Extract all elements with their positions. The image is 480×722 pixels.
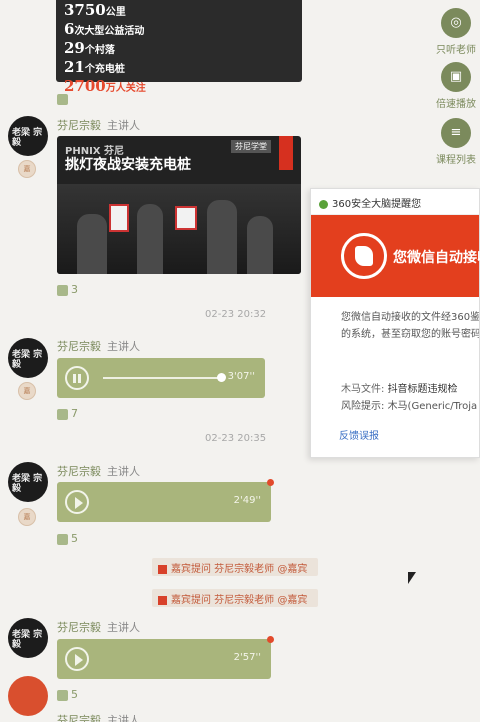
stat-line: 29个村落 — [64, 39, 115, 57]
like-button[interactable]: 7 — [57, 407, 78, 420]
question-line[interactable]: 嘉宾提问 芬尼宗毅老师 @嘉宾 — [152, 589, 318, 607]
thumbs-up-icon — [57, 408, 68, 420]
alert-banner: 您微信自动接收 — [311, 215, 480, 297]
question-icon — [158, 564, 167, 574]
timestamp: 02-23 20:32 — [205, 309, 267, 320]
popup-body: 您微信自动接收的文件经360鉴 的系统，甚至窃取您的账号密码 木马文件: 抖音标… — [341, 312, 479, 412]
audio-message[interactable]: 2'57'' — [57, 636, 274, 679]
like-button[interactable]: 3 — [57, 283, 78, 296]
report-false-positive-link[interactable]: 反馈误报 — [339, 427, 379, 442]
question-icon — [158, 595, 167, 605]
audio-message[interactable]: 3'07'' — [57, 358, 265, 398]
audio-duration: 2'57'' — [233, 652, 261, 663]
video-thumbnail — [57, 184, 301, 274]
avatar[interactable]: 老梁 宗毅 — [8, 618, 48, 658]
sender-name: 芬尼宗毅 主讲人 — [57, 119, 140, 132]
thumbs-up-icon — [57, 93, 68, 105]
stat-line: 21个充电桩 — [64, 58, 125, 76]
timestamp: 02-23 20:35 — [205, 433, 267, 444]
like-button[interactable]: 5 — [57, 688, 78, 701]
lecturer-badge: 嘉 — [18, 382, 36, 400]
shield-icon — [341, 233, 387, 279]
360-logo-icon — [319, 199, 328, 209]
thumbs-up-icon — [57, 689, 68, 701]
like-button[interactable] — [57, 92, 71, 105]
avatar[interactable]: 老梁 宗毅 — [8, 462, 48, 502]
stat-line: 6次大型公益活动 — [64, 20, 145, 38]
stat-line: 2700万人关注 — [64, 77, 146, 95]
sender-name: 芬尼宗毅 主讲人 — [57, 465, 140, 478]
video-message[interactable]: PHNIX 芬尼 挑灯夜战安装充电桩 芬尼学堂 — [57, 136, 301, 274]
pause-button[interactable] — [65, 366, 89, 390]
like-button[interactable]: 5 — [57, 532, 78, 545]
thumbs-up-icon — [57, 533, 68, 545]
play-button[interactable] — [65, 647, 89, 671]
video-logo: 芬尼学堂 — [231, 140, 271, 153]
playback-speed-button[interactable]: ▣ 倍速播放 — [432, 62, 480, 110]
stat-line: 3750公里 — [64, 1, 126, 19]
play-icon — [75, 654, 83, 666]
mouse-cursor-icon — [408, 572, 416, 584]
headphones-icon: ◎ — [441, 8, 471, 38]
progress-knob[interactable] — [217, 373, 226, 382]
lecturer-badge: 嘉 — [18, 160, 36, 178]
video-headline: 挑灯夜战安装充电桩 — [65, 157, 191, 173]
pause-icon — [73, 374, 81, 383]
sender-name: 芬尼宗毅 主讲人 — [57, 714, 140, 722]
list-icon: ≡ — [441, 118, 471, 148]
play-button[interactable] — [65, 490, 89, 514]
listen-teacher-only-button[interactable]: ◎ 只听老师 — [432, 8, 480, 56]
lecturer-badge: 嘉 — [18, 508, 36, 526]
security-alert-popup[interactable]: 360安全大脑提醒您 您微信自动接收 您微信自动接收的文件经360鉴 的系统，甚… — [310, 188, 480, 458]
audio-duration: 2'49'' — [233, 495, 261, 506]
avatar[interactable]: 老梁 宗毅 — [8, 338, 48, 378]
avatar[interactable]: 老梁 宗毅 — [8, 116, 48, 156]
red-banner — [279, 136, 293, 170]
audio-message[interactable]: 2'49'' — [57, 479, 274, 522]
avatar[interactable] — [8, 676, 48, 716]
banner-text: 您微信自动接收 — [393, 250, 480, 266]
unread-dot — [267, 636, 274, 643]
play-icon — [75, 497, 83, 509]
sender-name: 芬尼宗毅 主讲人 — [57, 340, 140, 353]
unread-dot — [267, 479, 274, 486]
course-list-button[interactable]: ≡ 课程列表 — [432, 118, 480, 166]
question-line[interactable]: 嘉宾提问 芬尼宗毅老师 @嘉宾 — [152, 558, 318, 576]
speed-icon: ▣ — [441, 62, 471, 92]
audio-duration: 3'07'' — [227, 371, 255, 382]
thumbs-up-icon — [57, 284, 68, 296]
audio-progress[interactable] — [103, 377, 221, 379]
stats-card: 3750公里 6次大型公益活动 29个村落 21个充电桩 2700万人关注 — [56, 0, 302, 94]
popup-title-bar: 360安全大脑提醒您 — [311, 189, 479, 215]
sender-name: 芬尼宗毅 主讲人 — [57, 621, 140, 634]
